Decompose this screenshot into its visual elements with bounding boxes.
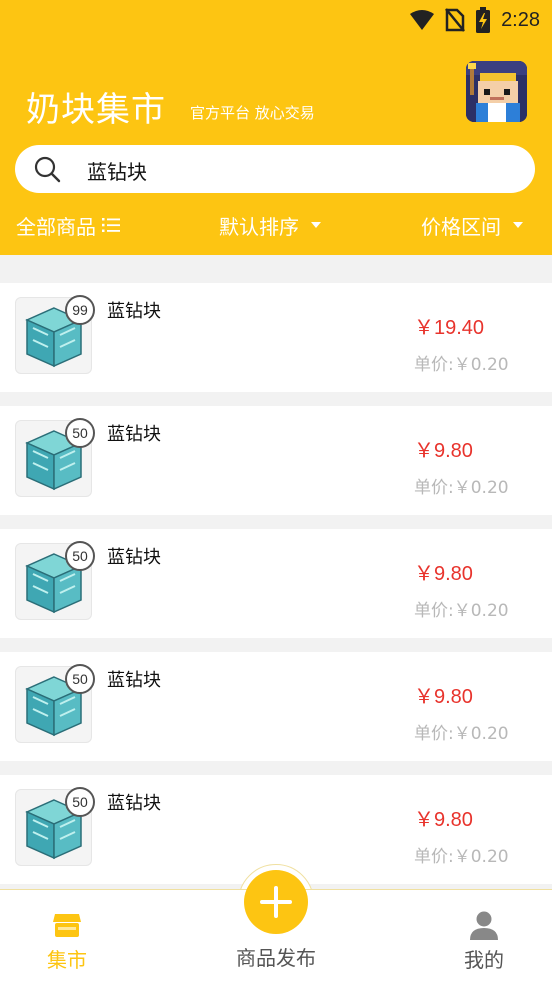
item-name: 蓝钻块 bbox=[107, 547, 161, 568]
status-bar: 2:28 bbox=[0, 0, 552, 40]
item-name: 蓝钻块 bbox=[107, 670, 161, 691]
item-thumbnail: 50 bbox=[15, 664, 95, 743]
status-icons: 2:28 bbox=[409, 6, 540, 34]
item-thumbnail: 50 bbox=[15, 787, 95, 866]
item-unit-price: 单价:￥0.20 bbox=[414, 601, 509, 621]
list-icon bbox=[102, 218, 120, 232]
filter-sort[interactable]: 默认排序 bbox=[219, 210, 321, 240]
filter-all-products[interactable]: 全部商品 bbox=[16, 210, 120, 240]
battery-charging-icon bbox=[476, 7, 491, 33]
tab-mine[interactable]: 我的 bbox=[444, 890, 524, 983]
item-price: ￥9.80 bbox=[414, 809, 473, 831]
search-icon bbox=[34, 156, 61, 183]
caret-down-icon bbox=[311, 222, 321, 228]
avatar[interactable] bbox=[466, 61, 527, 122]
item-price: ￥9.80 bbox=[414, 440, 473, 462]
item-name: 蓝钻块 bbox=[107, 793, 161, 814]
item-unit-price: 单价:￥0.20 bbox=[414, 355, 509, 375]
quantity-badge: 50 bbox=[65, 418, 95, 448]
app-title: 奶块集市 bbox=[26, 90, 166, 130]
publish-button[interactable] bbox=[244, 870, 308, 934]
wifi-icon bbox=[410, 10, 435, 30]
game-avatar-icon bbox=[466, 61, 527, 122]
no-sim-icon bbox=[445, 8, 466, 32]
app-subtitle: 官方平台 放心交易 bbox=[190, 104, 315, 122]
app-header: 2:28 奶块集市 官方平台 放心交易 蓝钻块 全部商品 默认排序 价格区间 bbox=[0, 0, 552, 255]
list-item[interactable]: 50 蓝钻块 ￥9.80 单价:￥0.20 bbox=[0, 652, 552, 761]
filter-price-label: 价格区间 bbox=[421, 214, 501, 239]
tab-publish-label: 商品发布 bbox=[236, 946, 316, 970]
item-unit-price: 单价:￥0.20 bbox=[414, 847, 509, 867]
quantity-badge: 50 bbox=[65, 664, 95, 694]
quantity-badge: 50 bbox=[65, 541, 95, 571]
item-price: ￥9.80 bbox=[414, 686, 473, 708]
item-name: 蓝钻块 bbox=[107, 424, 161, 445]
quantity-badge: 99 bbox=[65, 295, 95, 325]
status-time: 2:28 bbox=[501, 8, 540, 31]
tab-market[interactable]: 集市 bbox=[27, 890, 107, 983]
user-icon bbox=[470, 911, 498, 940]
item-thumbnail: 99 bbox=[15, 295, 95, 374]
search-bar[interactable]: 蓝钻块 bbox=[15, 145, 535, 193]
search-input[interactable]: 蓝钻块 bbox=[87, 156, 147, 185]
tab-market-label: 集市 bbox=[47, 948, 87, 972]
list-item[interactable]: 50 蓝钻块 ￥9.80 单价:￥0.20 bbox=[0, 529, 552, 638]
quantity-badge: 50 bbox=[65, 787, 95, 817]
filter-all-label: 全部商品 bbox=[16, 214, 96, 239]
item-price: ￥9.80 bbox=[414, 563, 473, 585]
filter-sort-label: 默认排序 bbox=[219, 214, 299, 239]
item-unit-price: 单价:￥0.20 bbox=[414, 724, 509, 744]
item-thumbnail: 50 bbox=[15, 541, 95, 620]
item-thumbnail: 50 bbox=[15, 418, 95, 497]
list-item[interactable]: 50 蓝钻块 ￥9.80 单价:￥0.20 bbox=[0, 406, 552, 515]
plus-icon bbox=[260, 886, 292, 918]
tab-mine-label: 我的 bbox=[464, 948, 504, 972]
filter-price-range[interactable]: 价格区间 bbox=[421, 210, 523, 240]
list-item[interactable]: 99 蓝钻块 ￥19.40 单价:￥0.20 bbox=[0, 283, 552, 392]
caret-down-icon bbox=[513, 222, 523, 228]
item-name: 蓝钻块 bbox=[107, 301, 161, 322]
item-price: ￥19.40 bbox=[414, 317, 485, 339]
item-unit-price: 单价:￥0.20 bbox=[414, 478, 509, 498]
shop-icon bbox=[53, 914, 81, 937]
